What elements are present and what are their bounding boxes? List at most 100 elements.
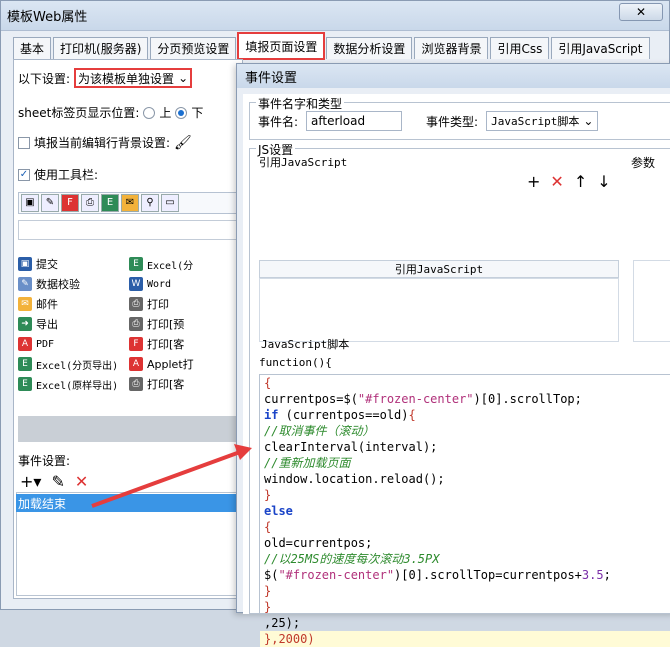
name-type-group: 事件名字和类型 事件名: afterload 事件类型: JavaScript脚… (249, 95, 670, 140)
edit-row-bg-label: 填报当前编辑行背景设置: (34, 136, 171, 150)
btn-mail[interactable]: ✉ 邮件 (18, 294, 129, 314)
edit-icon[interactable]: ✎ (41, 194, 59, 212)
radio-bottom[interactable] (175, 106, 188, 119)
close-button[interactable]: ✕ (619, 3, 663, 21)
btn-excel-page[interactable]: E Excel(分 (129, 254, 240, 274)
excel-icon[interactable]: E (101, 194, 119, 212)
btn-applet-print[interactable]: A Applet打 (129, 354, 240, 374)
btn-label: 导出 (36, 318, 58, 331)
toolbar-preview: ▣ ✎ F ⎙ E ✉ ⚲ ▭ (18, 192, 240, 214)
code-line: else (264, 504, 293, 518)
use-toolbar-row: ✓ 使用工具栏: (18, 166, 98, 183)
list-item: ➜ 导出 ⎙ 打印[预 (18, 314, 240, 334)
script-editor[interactable]: { currentpos=$("#frozen-center")[0].scro… (259, 374, 670, 647)
btn-label: 打印[客 (147, 338, 185, 351)
event-settings-row: 事件设置: (18, 452, 70, 469)
code-line: } (264, 488, 272, 502)
param-table[interactable] (633, 260, 670, 342)
btn-label: 打印[客 (147, 378, 185, 391)
dialog-title: 事件设置 (245, 70, 298, 86)
btn-submit[interactable]: ▣ 提交 (18, 254, 129, 274)
tab-page-preview[interactable]: 分页预览设置 (150, 37, 237, 59)
btn-word[interactable]: W Word (129, 274, 240, 294)
code-line: },2000) (260, 631, 670, 647)
btn-excel-original-export[interactable]: E Excel(原样导出) (18, 374, 129, 394)
radio-top[interactable] (143, 106, 156, 119)
sheet-tab-position-label: sheet标签页显示位置: (18, 106, 140, 120)
chevron-down-icon: ⌄ (583, 114, 594, 128)
delete-icon[interactable]: ✕ (550, 172, 563, 191)
btn-label: Excel(原样导出) (36, 380, 119, 392)
pdf-icon: A (129, 357, 143, 371)
list-item: A PDF F 打印[客 (18, 334, 240, 354)
code-line: if (currentpos==old){ (264, 408, 416, 422)
event-item-afterload[interactable]: 加载结束 (16, 494, 242, 512)
event-name-input[interactable]: afterload (306, 111, 403, 131)
radio-bottom-label: 下 (191, 106, 204, 120)
list-item: ✎ 数据校验 W Word (18, 274, 240, 294)
btn-print-client-2[interactable]: ⎙ 打印[客 (129, 374, 240, 394)
btn-validate[interactable]: ✎ 数据校验 (18, 274, 129, 294)
save-icon[interactable]: ▣ (21, 194, 39, 212)
btn-print-preview[interactable]: ⎙ 打印[预 (129, 314, 240, 334)
edit-icon[interactable]: ✎ (51, 472, 64, 491)
list-item: E Excel(原样导出) ⎙ 打印[客 (18, 374, 240, 394)
delete-icon[interactable]: ✕ (75, 472, 88, 491)
event-settings-label: 事件设置: (18, 454, 71, 468)
btn-pdf[interactable]: A PDF (18, 334, 129, 354)
arrow-down-icon[interactable]: ↓ (597, 172, 610, 191)
btn-label: 邮件 (36, 298, 58, 311)
mail-icon[interactable]: ✉ (121, 194, 139, 212)
button-list-footer (18, 416, 240, 442)
btn-print[interactable]: ⎙ 打印 (129, 294, 240, 314)
tab-basic[interactable]: 基本 (13, 37, 52, 59)
toolbar-empty-row (18, 220, 240, 240)
btn-label: Word (147, 278, 172, 290)
arrow-up-icon[interactable]: ↑ (574, 172, 587, 191)
window-icon[interactable]: ▭ (161, 194, 179, 212)
tab-printer[interactable]: 打印机(服务器) (53, 37, 149, 59)
print-icon: ⎙ (129, 377, 143, 391)
add-icon[interactable]: + (527, 172, 540, 191)
setting-scope-select[interactable]: 为该模板单独设置 ⌄ (74, 68, 193, 88)
tab-browser-bg[interactable]: 浏览器背景 (414, 37, 489, 59)
paint-bucket-icon[interactable]: 🖌 (174, 135, 192, 151)
network-icon[interactable]: ⚲ (141, 194, 159, 212)
btn-excel-page-export[interactable]: E Excel(分页导出) (18, 354, 129, 374)
dialog-titlebar: 事件设置 (237, 64, 670, 88)
tab-data-analysis[interactable]: 数据分析设置 (326, 37, 413, 59)
btn-label: 数据校验 (36, 278, 80, 291)
edit-icon: ✎ (18, 277, 32, 291)
pdf-icon: F (129, 337, 143, 351)
edit-row-bg-checkbox[interactable] (18, 136, 30, 149)
event-type-label: 事件类型: (426, 114, 479, 129)
toolbar-button-list: ▣ 提交 E Excel(分 ✎ 数据校验 W Word ✉ 邮件 ⎙ 打印 ➜ 导出 ⎙ 打印… (18, 254, 240, 394)
ref-js-list[interactable] (259, 278, 619, 342)
btn-label: PDF (36, 338, 55, 350)
code-line: } (264, 584, 272, 598)
pdf-icon[interactable]: F (61, 194, 79, 212)
function-header: function(){ (259, 356, 332, 369)
code-line: currentpos=$("#frozen-center")[0].scroll… (264, 392, 582, 406)
btn-print-client[interactable]: F 打印[客 (129, 334, 240, 354)
tab-ref-js[interactable]: 引用JavaScript (551, 37, 650, 59)
btn-export[interactable]: ➜ 导出 (18, 314, 129, 334)
list-item: ✉ 邮件 ⎙ 打印 (18, 294, 240, 314)
code-line: old=currentpos; (264, 536, 373, 550)
export-icon: ➜ (18, 317, 32, 331)
use-toolbar-checkbox[interactable]: ✓ (18, 168, 30, 181)
setting-scope-label: 以下设置: (18, 71, 71, 86)
event-type-select[interactable]: JavaScript脚本 ⌄ (486, 111, 599, 131)
code-line: { (264, 520, 272, 534)
edit-row-bg-row: 填报当前编辑行背景设置: 🖌 (18, 134, 192, 151)
tab-ref-css[interactable]: 引用Css (490, 37, 550, 59)
add-icon[interactable]: +▾ (20, 472, 41, 491)
tab-fill-page[interactable]: 填报页面设置 (237, 32, 326, 60)
mail-icon: ✉ (18, 297, 32, 311)
ref-js-label: 引用JavaScript (259, 156, 348, 169)
event-toolbar: +▾ ✎ ✕ (20, 472, 88, 491)
btn-label: Applet打 (147, 358, 194, 371)
excel-icon: E (129, 257, 143, 271)
code-line: //以25MS的速度每次滚动3.5PX (264, 552, 440, 566)
print-icon[interactable]: ⎙ (81, 194, 99, 212)
